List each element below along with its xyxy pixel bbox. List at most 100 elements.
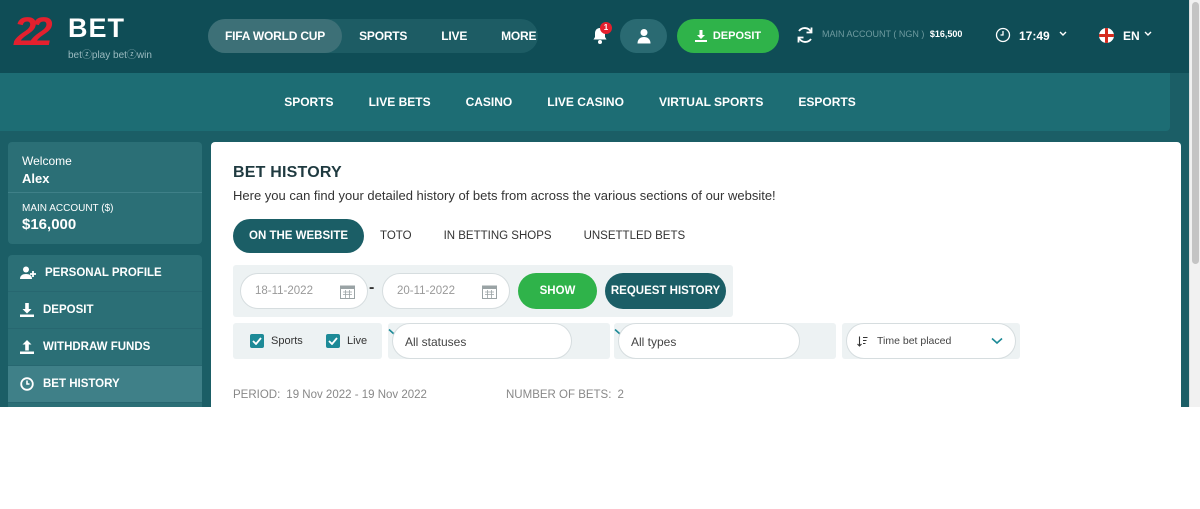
type-select[interactable]: All types (618, 323, 800, 359)
type-select-value: All types (631, 335, 677, 349)
time-chevron-down-icon[interactable] (1059, 31, 1067, 37)
request-history-button[interactable]: REQUEST HISTORY (605, 273, 726, 309)
checkbox-checked-icon (250, 334, 264, 348)
sidebar-item-deposit[interactable]: DEPOSIT (8, 292, 202, 329)
refresh-icon[interactable] (796, 26, 814, 44)
filters-row: Sports Live All statuses All types Time … (233, 323, 1020, 359)
page-scrollbar[interactable] (1189, 0, 1200, 407)
main-nav: FIFA WORLD CUP SPORTS LIVE MORE (208, 19, 538, 53)
sidebar-account-amount: $16,000 (22, 216, 77, 233)
upload-icon (20, 340, 34, 354)
status-select-wrap: All statuses (388, 323, 610, 359)
main-account-balance[interactable]: MAIN ACCOUNT ( NGN ) $16,500 (822, 29, 962, 39)
secondary-nav: SPORTS LIVE BETS CASINO LIVE CASINO VIRT… (0, 73, 1170, 131)
nav-sports[interactable]: SPORTS (342, 19, 424, 53)
date-range-panel: 18-11-2022 - 20-11-2022 SHOW REQUEST HIS… (233, 265, 733, 317)
user-icon (637, 29, 650, 44)
welcome-panel: Welcome Alex MAIN ACCOUNT ($) $16,000 (8, 142, 202, 244)
account-currency: ( NGN ) (893, 29, 925, 39)
live-checkbox-label: Live (347, 335, 368, 347)
welcome-text: Welcome (22, 154, 72, 168)
deposit-button[interactable]: DEPOSIT (677, 19, 779, 53)
logo-tagline: betⓩplay betⓩwin (68, 50, 152, 61)
tab-on-the-website[interactable]: ON THE WEBSITE (233, 219, 365, 253)
sort-select-value: Time bet placed (877, 335, 952, 347)
user-plus-icon (20, 266, 36, 279)
username: Alex (22, 171, 50, 186)
language-selector[interactable]: EN (1123, 29, 1140, 43)
deposit-label: DEPOSIT (712, 30, 762, 42)
account-menu: PERSONAL PROFILE DEPOSIT WITHDRAW FUNDS … (8, 255, 202, 407)
nav-more[interactable]: MORE (484, 19, 553, 53)
subnav-casino[interactable]: CASINO (466, 95, 513, 109)
tab-unsettled-bets[interactable]: UNSETTLED BETS (568, 219, 702, 253)
sidebar-item-bet-history[interactable]: BET HISTORY (8, 366, 202, 403)
bet-type-checkboxes: Sports Live (233, 323, 382, 359)
sort-chevron-down-icon (991, 337, 1003, 345)
sort-select-wrap: Time bet placed (842, 323, 1020, 359)
page-subtitle: Here you can find your detailed history … (233, 188, 776, 203)
sidebar-item-label: WITHDRAW FUNDS (43, 341, 151, 353)
account-balance: $16,500 (929, 29, 963, 39)
subnav-sports[interactable]: SPORTS (284, 95, 333, 109)
subnav-virtual-sports[interactable]: VIRTUAL SPORTS (659, 95, 763, 109)
sports-checkbox[interactable]: Sports (250, 334, 303, 348)
status-select[interactable]: All statuses (392, 323, 572, 359)
nav-live[interactable]: LIVE (424, 19, 484, 53)
language-chevron-down-icon[interactable] (1144, 31, 1152, 37)
logo-digits: 22 (14, 10, 52, 54)
number-of-bets-value: 2 (617, 389, 624, 401)
sports-checkbox-label: Sports (271, 335, 303, 347)
download-icon (20, 303, 34, 317)
viewport: 22 BET betⓩplay betⓩwin FIFA WORLD CUP S… (0, 0, 1189, 407)
top-header: 22 BET betⓩplay betⓩwin FIFA WORLD CUP S… (0, 0, 1189, 73)
calendar-icon[interactable] (340, 284, 355, 299)
account-label: MAIN ACCOUNT (822, 29, 891, 39)
date-separator: - (369, 279, 375, 296)
scrollbar-thumb[interactable] (1192, 2, 1199, 264)
date-to-field[interactable]: 20-11-2022 (382, 273, 510, 309)
user-button[interactable] (620, 19, 667, 53)
sidebar-account-label: MAIN ACCOUNT ($) (22, 203, 114, 214)
calendar-icon[interactable] (482, 284, 497, 299)
sidebar-item-withdraw-funds[interactable]: WITHDRAW FUNDS (8, 329, 202, 366)
sidebar-item-label: PERSONAL PROFILE (45, 267, 162, 279)
status-select-value: All statuses (405, 335, 467, 349)
tab-toto[interactable]: TOTO (364, 219, 428, 253)
number-of-bets-label: NUMBER OF BETS: (506, 389, 612, 401)
type-select-wrap: All types (614, 323, 836, 359)
clock-icon (995, 27, 1011, 43)
subnav-live-casino[interactable]: LIVE CASINO (547, 95, 624, 109)
logo-name: BET (68, 13, 125, 43)
period-label: PERIOD: (233, 389, 281, 401)
period-info: PERIOD: 19 Nov 2022 - 19 Nov 2022 (233, 389, 427, 401)
show-button[interactable]: SHOW (518, 273, 597, 309)
history-tabs: ON THE WEBSITE TOTO IN BETTING SHOPS UNS… (233, 219, 701, 253)
number-of-bets-info: NUMBER OF BETS: 2 (506, 389, 624, 401)
download-icon (694, 30, 707, 42)
subnav-live-bets[interactable]: LIVE BETS (369, 95, 431, 109)
tab-in-betting-shops[interactable]: IN BETTING SHOPS (428, 219, 568, 253)
divider (8, 192, 202, 193)
sort-select[interactable]: Time bet placed (846, 323, 1016, 359)
nav-fifa-world-cup[interactable]: FIFA WORLD CUP (208, 19, 343, 53)
checkbox-checked-icon (326, 334, 340, 348)
current-time[interactable]: 17:49 (1019, 29, 1050, 43)
date-to-value: 20-11-2022 (397, 285, 455, 297)
brand-logo[interactable]: 22 BET betⓩplay betⓩwin (14, 10, 174, 62)
live-checkbox[interactable]: Live (326, 334, 367, 348)
clock-icon (20, 377, 34, 391)
notification-badge: 1 (600, 22, 612, 34)
notifications-button[interactable]: 1 (592, 22, 612, 46)
date-from-field[interactable]: 18-11-2022 (240, 273, 368, 309)
sort-icon (857, 336, 868, 347)
england-flag-icon[interactable] (1099, 28, 1114, 43)
sidebar-item-label: DEPOSIT (43, 304, 94, 316)
period-value: 19 Nov 2022 - 19 Nov 2022 (286, 389, 427, 401)
date-from-value: 18-11-2022 (255, 285, 313, 297)
sidebar-item-personal-profile[interactable]: PERSONAL PROFILE (8, 255, 202, 292)
subnav-esports[interactable]: ESPORTS (798, 95, 855, 109)
sidebar-item-label: BET HISTORY (43, 378, 120, 390)
bet-history-card: BET HISTORY Here you can find your detai… (211, 142, 1181, 407)
page-title: BET HISTORY (233, 164, 342, 181)
